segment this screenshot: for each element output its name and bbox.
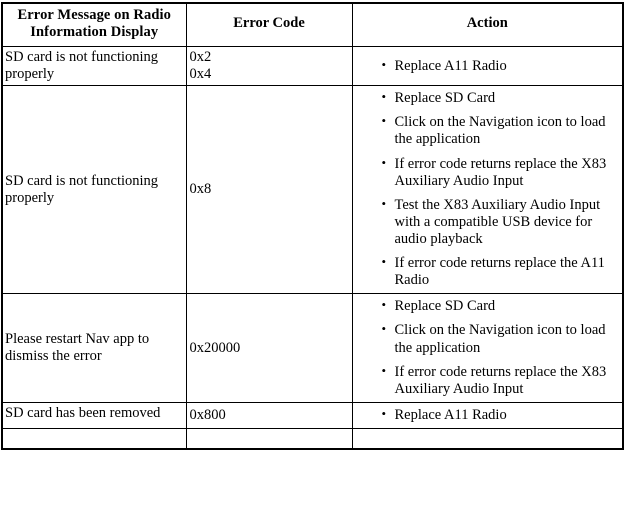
column-header-error-code: Error Code [185, 2, 353, 47]
list-item: Click on the Navigation icon to load the… [382, 321, 617, 356]
action-list: Replace SD Card Click on the Navigation … [353, 89, 617, 289]
list-item: Click on the Navigation icon to load the… [382, 113, 617, 148]
cell-action: Replace A11 Radio [351, 45, 624, 87]
cell-error-message: SD card is not functioning properly [1, 45, 187, 87]
cell-error-code: 0x800 [185, 401, 353, 429]
list-item: If error code returns replace the X83 Au… [382, 155, 617, 190]
table-row: SD card has been removed 0x800 Replace A… [1, 401, 624, 429]
table-row: Please restart Nav app to dismiss the er… [1, 293, 624, 403]
cell-error-message [1, 427, 187, 449]
cell-action: Replace SD Card Click on the Navigation … [351, 293, 624, 403]
cell-action [351, 427, 624, 449]
table-row: SD card is not functioning properly 0x8 … [1, 85, 624, 295]
list-item: Replace A11 Radio [382, 57, 617, 75]
cell-error-code: 0x20000 [185, 293, 353, 403]
error-code-table: Error Message on Radio Information Displ… [1, 2, 624, 450]
cell-error-code: 0x2 0x4 [185, 45, 353, 87]
cell-error-code [185, 427, 353, 449]
table-row-partial [1, 427, 624, 449]
cell-error-message: Please restart Nav app to dismiss the er… [1, 293, 187, 403]
table-body: SD card is not functioning properly 0x2 … [1, 45, 624, 449]
action-list: Replace A11 Radio [353, 406, 617, 424]
list-item: Test the X83 Auxiliary Audio Input with … [382, 196, 617, 248]
list-item: Replace SD Card [382, 89, 617, 107]
list-item: If error code returns replace the A11 Ra… [382, 254, 617, 289]
header-row: Error Message on Radio Information Displ… [1, 2, 624, 47]
list-item: Replace SD Card [382, 297, 617, 315]
cell-error-message: SD card is not functioning properly [1, 85, 187, 295]
column-header-action: Action [351, 2, 624, 47]
cell-action: Replace A11 Radio [351, 401, 624, 429]
action-list: Replace A11 Radio [353, 57, 617, 75]
cell-error-code: 0x8 [185, 85, 353, 295]
cell-error-message: SD card has been removed [1, 401, 187, 429]
table-header: Error Message on Radio Information Displ… [1, 2, 624, 47]
list-item: If error code returns replace the X83 Au… [382, 363, 617, 398]
action-list: Replace SD Card Click on the Navigation … [353, 297, 617, 398]
cell-action: Replace SD Card Click on the Navigation … [351, 85, 624, 295]
table-row: SD card is not functioning properly 0x2 … [1, 45, 624, 87]
column-header-error-message: Error Message on Radio Information Displ… [1, 2, 187, 47]
list-item: Replace A11 Radio [382, 406, 617, 424]
